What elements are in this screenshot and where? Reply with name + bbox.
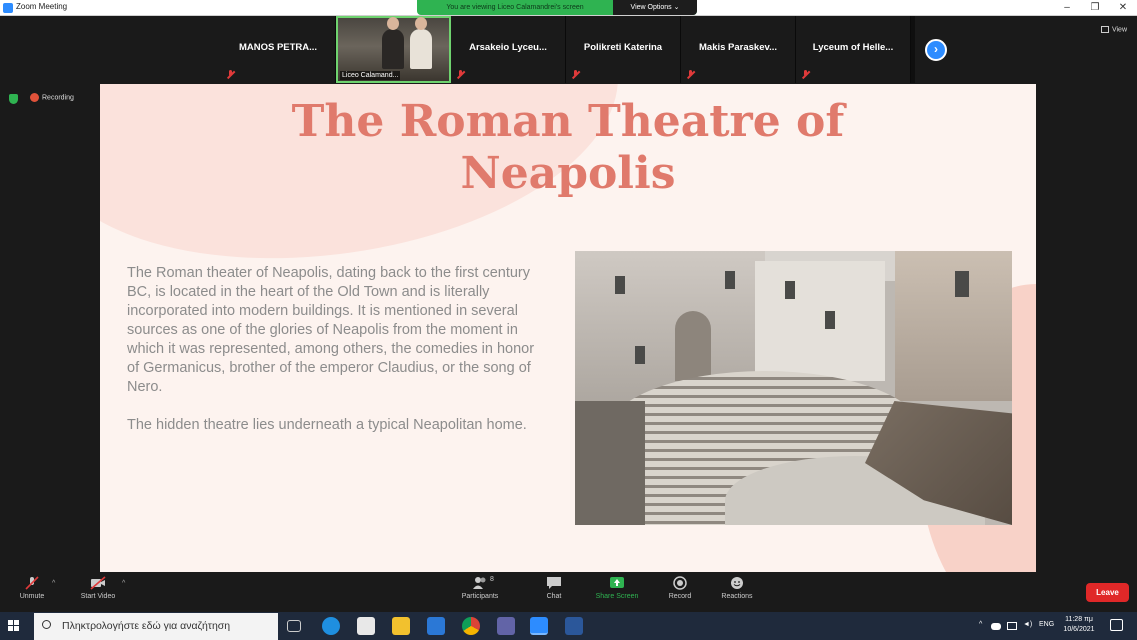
maximize-button[interactable]: ❐ xyxy=(1081,0,1109,16)
muted-mic-icon xyxy=(572,70,579,79)
store-icon[interactable] xyxy=(357,617,375,635)
participant-tile[interactable]: Makis Paraskev... xyxy=(681,16,796,83)
tray-overflow-icon[interactable]: ^ xyxy=(979,621,982,628)
search-icon xyxy=(42,620,51,629)
muted-mic-icon xyxy=(457,70,464,79)
view-label: View xyxy=(1111,26,1127,34)
record-dot-icon xyxy=(30,93,39,102)
muted-mic-icon xyxy=(687,70,694,79)
share-banner-message: You are viewing Liceo Calamandrei's scre… xyxy=(446,4,584,11)
participants-button[interactable]: Participants xyxy=(450,576,510,600)
chrome-icon[interactable] xyxy=(462,617,480,635)
taskbar-clock[interactable]: 11:28 πμ 10/6/2021 xyxy=(1059,615,1099,635)
slide-title-line: Neapolis xyxy=(460,148,676,199)
view-button[interactable]: View xyxy=(1100,26,1127,34)
participant-name: MANOS PETRA... xyxy=(238,42,318,53)
window-title-bar: Zoom Meeting You are viewing Liceo Calam… xyxy=(0,0,1137,16)
language-indicator[interactable]: ENG xyxy=(1039,621,1054,628)
file-explorer-icon[interactable] xyxy=(392,617,410,635)
person-figure xyxy=(410,17,432,69)
chat-label: Chat xyxy=(546,593,562,600)
participant-name: Arsakeio Lyceu... xyxy=(469,42,547,53)
audio-options-caret-icon[interactable]: ^ xyxy=(52,580,55,587)
participant-tile-video[interactable]: Liceo Calamand... xyxy=(336,16,451,83)
windows-taskbar: Πληκτρολογήστε εδώ για αναζήτηση ^ ◄) EN… xyxy=(0,612,1137,640)
recording-indicator[interactable]: Recording xyxy=(30,93,74,102)
reactions-label: Reactions xyxy=(721,593,753,600)
slide-body-text: The Roman theater of Neapolis, dating ba… xyxy=(127,264,537,435)
participant-name: Lyceum of Helle... xyxy=(812,42,894,53)
participants-label: Participants xyxy=(461,593,499,600)
close-button[interactable]: ✕ xyxy=(1109,0,1137,16)
share-screen-button[interactable]: Share Screen xyxy=(587,576,647,600)
search-placeholder: Πληκτρολογήστε εδώ για αναζήτηση xyxy=(62,620,231,632)
grid-view-icon xyxy=(1100,26,1109,33)
share-screen-icon xyxy=(609,576,625,590)
minimize-button[interactable]: – xyxy=(1053,0,1081,16)
leave-button[interactable]: Leave xyxy=(1086,583,1129,602)
slide-title: The Roman Theatre of Neapolis xyxy=(100,96,1036,200)
chat-button[interactable]: Chat xyxy=(524,576,584,600)
clock-date: 10/6/2021 xyxy=(1063,626,1095,633)
muted-mic-icon xyxy=(802,70,809,79)
participant-tile[interactable]: Polikreti Katerina xyxy=(566,16,681,83)
view-options-button[interactable]: View Options ⌄ xyxy=(613,0,697,15)
unmute-label: Unmute xyxy=(19,593,45,600)
participant-name: Makis Paraskev... xyxy=(699,42,777,53)
participant-strip: MANOS PETRA... Liceo Calamand... Arsakei… xyxy=(221,16,915,83)
windows-start-icon[interactable] xyxy=(8,620,20,632)
security-shield-icon[interactable] xyxy=(9,94,18,104)
muted-mic-icon xyxy=(24,576,40,590)
edge-browser-icon[interactable] xyxy=(322,617,340,635)
task-view-icon[interactable] xyxy=(287,620,301,632)
participants-count: 8 xyxy=(490,576,494,583)
record-icon xyxy=(672,576,688,590)
participant-tile[interactable]: Lyceum of Helle... xyxy=(796,16,911,83)
video-off-icon xyxy=(90,576,106,590)
meeting-area: View MANOS PETRA... Liceo Calamand... Ar… xyxy=(0,16,1137,573)
slide-paragraph: The hidden theatre lies underneath a typ… xyxy=(127,417,527,433)
start-video-label: Start Video xyxy=(80,593,116,600)
clock-time: 11:28 πμ xyxy=(1065,616,1093,623)
zoom-taskbar-icon[interactable] xyxy=(530,617,548,635)
volume-icon[interactable]: ◄) xyxy=(1023,621,1032,628)
reactions-button[interactable]: Reactions xyxy=(707,576,767,600)
video-options-caret-icon[interactable]: ^ xyxy=(122,580,125,587)
shared-slide: The Roman Theatre of Neapolis The Roman … xyxy=(100,84,1036,573)
next-page-arrow-icon[interactable]: › xyxy=(925,39,947,61)
mail-icon[interactable] xyxy=(427,617,445,635)
participant-tile[interactable]: MANOS PETRA... xyxy=(221,16,336,83)
share-screen-label: Share Screen xyxy=(595,593,639,600)
record-label: Record xyxy=(668,593,692,600)
slide-title-line: The Roman Theatre of xyxy=(291,96,845,147)
chat-icon xyxy=(546,576,562,590)
zoom-app-icon xyxy=(3,3,13,13)
taskbar-search-input[interactable]: Πληκτρολογήστε εδώ για αναζήτηση xyxy=(34,613,278,640)
window-title: Zoom Meeting xyxy=(16,2,68,11)
notification-center-icon[interactable] xyxy=(1110,619,1123,631)
slide-paragraph: The Roman theater of Neapolis, dating ba… xyxy=(127,265,535,395)
muted-mic-icon xyxy=(227,70,234,79)
participants-icon xyxy=(472,576,488,590)
record-button[interactable]: Record xyxy=(650,576,710,600)
theatre-photo xyxy=(575,251,1012,525)
participant-name: Liceo Calamand... xyxy=(340,71,401,80)
person-figure xyxy=(382,17,404,69)
participant-name: Polikreti Katerina xyxy=(583,42,663,53)
teams-icon[interactable] xyxy=(497,617,515,635)
meeting-toolbar: Unmute ^ Start Video ^ Participants 8 Ch… xyxy=(0,572,1137,612)
smiley-icon xyxy=(729,576,745,590)
onedrive-icon[interactable] xyxy=(991,623,1001,630)
share-banner: You are viewing Liceo Calamandrei's scre… xyxy=(417,0,697,15)
start-video-button[interactable]: Start Video xyxy=(68,576,128,600)
recording-label: Recording xyxy=(42,94,74,102)
participant-tile[interactable]: Arsakeio Lyceu... xyxy=(451,16,566,83)
network-icon[interactable] xyxy=(1007,622,1017,630)
word-icon[interactable] xyxy=(565,617,583,635)
